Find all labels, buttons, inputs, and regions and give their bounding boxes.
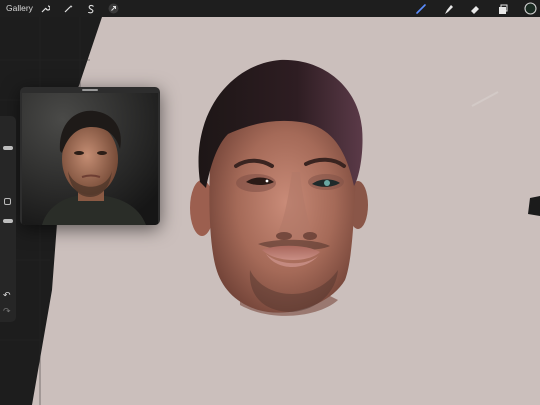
modify-button[interactable] — [4, 198, 11, 205]
eraser-icon[interactable] — [468, 2, 481, 15]
color-swatch-icon[interactable] — [523, 1, 537, 15]
redo-arrow-icon[interactable]: ↷ — [3, 306, 11, 317]
brush-size-slider[interactable] — [3, 146, 13, 150]
transform-arrow-icon[interactable] — [107, 2, 120, 15]
left-sidebar: ↶ ↷ — [0, 116, 16, 322]
smudge-icon[interactable] — [441, 2, 454, 15]
brush-icon[interactable] — [414, 2, 427, 15]
actions-wrench-icon[interactable] — [38, 2, 51, 15]
opacity-slider[interactable] — [3, 219, 13, 223]
reference-window-handle[interactable] — [82, 89, 98, 91]
reference-window[interactable] — [20, 87, 160, 225]
top-toolbar: Gallery — [0, 0, 540, 17]
selection-s-icon[interactable] — [84, 2, 97, 15]
gallery-button[interactable]: Gallery — [6, 3, 33, 13]
adjustments-wand-icon[interactable] — [61, 2, 74, 15]
layers-icon[interactable] — [496, 2, 509, 15]
reference-photo — [22, 93, 158, 225]
undo-arrow-icon[interactable]: ↶ — [3, 290, 11, 301]
